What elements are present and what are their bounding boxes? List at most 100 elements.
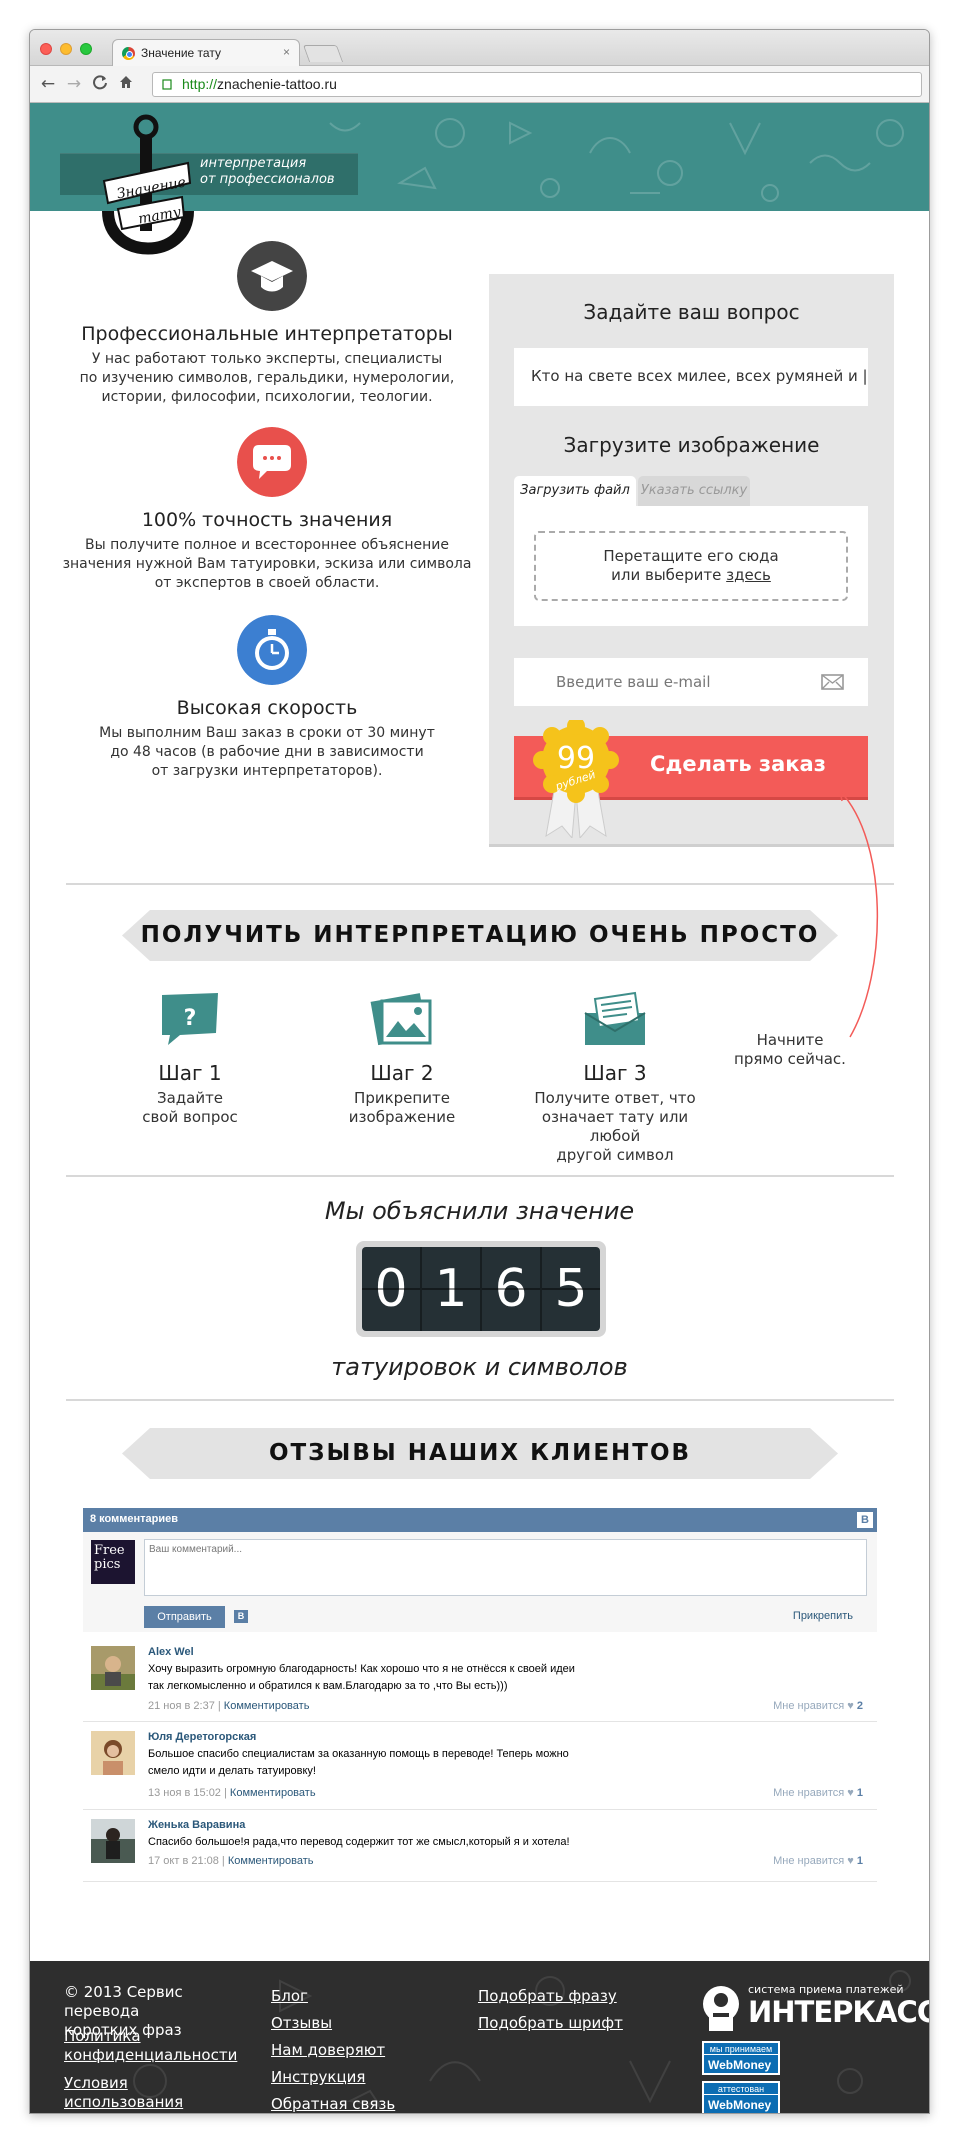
step-text-line: изображение [348, 1108, 456, 1126]
feature-text-line: истории, философии, психологии, теологии… [101, 389, 433, 405]
comment-text-line: смело идти и делать татуировку! [148, 1765, 316, 1777]
stopwatch-icon [237, 615, 307, 685]
counter-digit: 5 [542, 1247, 600, 1331]
start-now-line: прямо сейчас. [734, 1050, 846, 1068]
footer-link-phrase[interactable]: Подобрать фразу [478, 1983, 658, 2010]
footer-link-font[interactable]: Подобрать шрифт [478, 2010, 658, 2037]
comment-text: Спасибо большое!я рада,что перевод содер… [148, 1834, 648, 1851]
avatar[interactable] [91, 1646, 135, 1690]
webmoney-attested-badge[interactable]: аттестован WebMoney [702, 2081, 780, 2113]
url-host: znachenie-tattoo.ru [217, 76, 337, 92]
comment-author[interactable]: Юля Деретогорская [148, 1731, 256, 1743]
footer-link-feedback[interactable]: Обратная связь [271, 2091, 431, 2113]
feature-text-line: от загрузки интерпретаторов). [151, 763, 383, 779]
browser-tab[interactable]: Значение тату × [112, 39, 300, 67]
footer-link-instructions[interactable]: Инструкция [271, 2064, 431, 2091]
footer-legal-links: Политика конфиденциальности Условия испо… [64, 2027, 249, 2112]
home-icon[interactable] [116, 74, 136, 94]
address-bar[interactable]: http://znachenie-tattoo.ru [152, 72, 922, 97]
like-button[interactable]: Мне нравится ♥ 2 [773, 1700, 863, 1712]
feature-text-line: значения нужной Вам татуировки, эскиза и… [62, 556, 472, 572]
divider [66, 1175, 894, 1177]
copyright-line: © 2013 Сервис перевода [64, 1983, 183, 2020]
reviews-title: ОТЗЫВЫ НАШИХ КЛИЕНТОВ [122, 1428, 838, 1479]
email-placeholder: Введите ваш e-mail [556, 673, 711, 691]
badge-caption: мы принимаем [704, 2043, 778, 2055]
avatar[interactable] [91, 1819, 135, 1863]
footer-link-reviews[interactable]: Отзывы [271, 2010, 431, 2037]
comment-item: Юля Деретогорская Большое спасибо специа… [83, 1722, 877, 1810]
interkassa-logo-icon[interactable] [702, 1985, 740, 2031]
comment-date: 13 ноя в 15:02 [148, 1787, 221, 1799]
like-button[interactable]: Мне нравится ♥ 1 [773, 1855, 863, 1867]
badge-name: WebMoney [708, 2058, 772, 2072]
step-text-line: свой вопрос [142, 1108, 238, 1126]
explained-counter: 0 1 6 5 [356, 1241, 606, 1337]
comment-text: Большое спасибо специалистам за оказанну… [148, 1746, 608, 1780]
vk-share-icon[interactable]: В [234, 1610, 248, 1623]
anchor-logo-icon[interactable]: Значение тату [78, 111, 228, 261]
reload-icon[interactable] [90, 74, 110, 94]
footer-nav-links: Блог Отзывы Нам доверяют Инструкция Обра… [271, 1983, 431, 2113]
feature-text-line: Мы выполним Ваш заказ в сроки от 30 мину… [99, 725, 435, 741]
badge-caption: аттестован [704, 2083, 778, 2095]
like-label: Мне нравится ♥ [773, 1787, 854, 1799]
minimize-window-button[interactable] [60, 43, 72, 55]
comment-input[interactable]: Ваш комментарий... [144, 1539, 867, 1596]
send-comment-button[interactable]: Отправить [144, 1606, 225, 1628]
question-input[interactable]: Кто на свете всех милее, всех румяней и … [514, 348, 868, 406]
back-arrow-icon[interactable]: ← [38, 74, 58, 94]
forward-arrow-icon[interactable]: → [64, 74, 84, 94]
feature-text-line: У нас работают только эксперты, специали… [91, 351, 443, 367]
comment-text-line: Хочу выразить огромную благодарность! Ка… [148, 1663, 575, 1675]
step-text-line: Получите ответ, что [534, 1089, 696, 1107]
comment-author[interactable]: Alex Wel [148, 1646, 194, 1658]
question-value: Кто на свете всех милее, всех румяней и [531, 367, 858, 385]
webmoney-accepted-badge[interactable]: мы принимаем WebMoney [702, 2041, 780, 2075]
close-window-button[interactable] [40, 43, 52, 55]
question-heading: Задайте ваш вопрос [583, 300, 800, 324]
feature-text-line: до 48 часов (в рабочие дни в зависимости [110, 744, 424, 760]
comment-item: Alex Wel Хочу выразить огромную благодар… [83, 1638, 877, 1722]
reply-link[interactable]: Комментировать [228, 1855, 314, 1867]
svg-text:?: ? [184, 1006, 197, 1031]
avatar[interactable] [91, 1731, 135, 1775]
step-title: Шаг 3 [583, 1061, 647, 1085]
file-dropzone[interactable]: Перетащите его сюда или выберите здесь [534, 531, 848, 601]
feature-title: 100% точность значения [141, 509, 393, 531]
privacy-policy-link[interactable]: Политика конфиденциальности [64, 2027, 249, 2065]
reply-link[interactable]: Комментировать [230, 1787, 316, 1799]
step-text: Задайте свой вопрос [90, 1089, 290, 1127]
envelope-icon [584, 991, 646, 1045]
comment-date: 17 окт в 21:08 [148, 1855, 219, 1867]
feature-text-line: Вы получите полное и всестороннее объясн… [85, 537, 449, 553]
comment-author[interactable]: Женька Варавина [148, 1819, 245, 1831]
new-tab-button[interactable] [302, 45, 344, 62]
feature-description: У нас работают только эксперты, специали… [58, 350, 476, 407]
site-footer: © 2013 Сервис перевода коротких фраз Пол… [30, 1961, 929, 2113]
like-button[interactable]: Мне нравится ♥ 1 [773, 1787, 863, 1799]
footer-link-blog[interactable]: Блог [271, 1983, 431, 2010]
vk-logo-icon[interactable]: В [857, 1512, 873, 1528]
avatar[interactable]: Free pics [91, 1540, 135, 1584]
zoom-window-button[interactable] [80, 43, 92, 55]
how-it-works-title: ПОЛУЧИТЬ ИНТЕРПРЕТАЦИЮ ОЧЕНЬ ПРОСТО [122, 910, 838, 961]
like-label: Мне нравится ♥ [773, 1855, 854, 1867]
tab-upload-file[interactable]: Загрузить файл [514, 476, 636, 506]
choose-file-link[interactable]: здесь [726, 566, 771, 584]
terms-of-use-link[interactable]: Условия использования [64, 2074, 249, 2112]
attach-link[interactable]: Прикрепить [793, 1610, 853, 1622]
comment-text: Хочу выразить огромную благодарность! Ка… [148, 1661, 608, 1695]
tab-specify-link[interactable]: Указать ссылку [638, 476, 750, 506]
footer-link-trust[interactable]: Нам доверяют [271, 2037, 431, 2064]
tab-close-icon[interactable]: × [283, 45, 290, 59]
email-field[interactable]: Введите ваш e-mail [514, 658, 868, 706]
reply-link[interactable]: Комментировать [224, 1700, 310, 1712]
feature-title: Высокая скорость [176, 697, 358, 719]
counter-digit: 0 [362, 1247, 422, 1331]
counter-caption-bottom: татуировок и символов [331, 1353, 628, 1381]
comment-date: 21 ноя в 2:37 [148, 1700, 215, 1712]
dropzone-line-1: Перетащите его сюда [603, 547, 779, 565]
browser-toolbar: ← → http://znachenie-tattoo.ru [30, 66, 929, 103]
page-icon [162, 79, 172, 90]
